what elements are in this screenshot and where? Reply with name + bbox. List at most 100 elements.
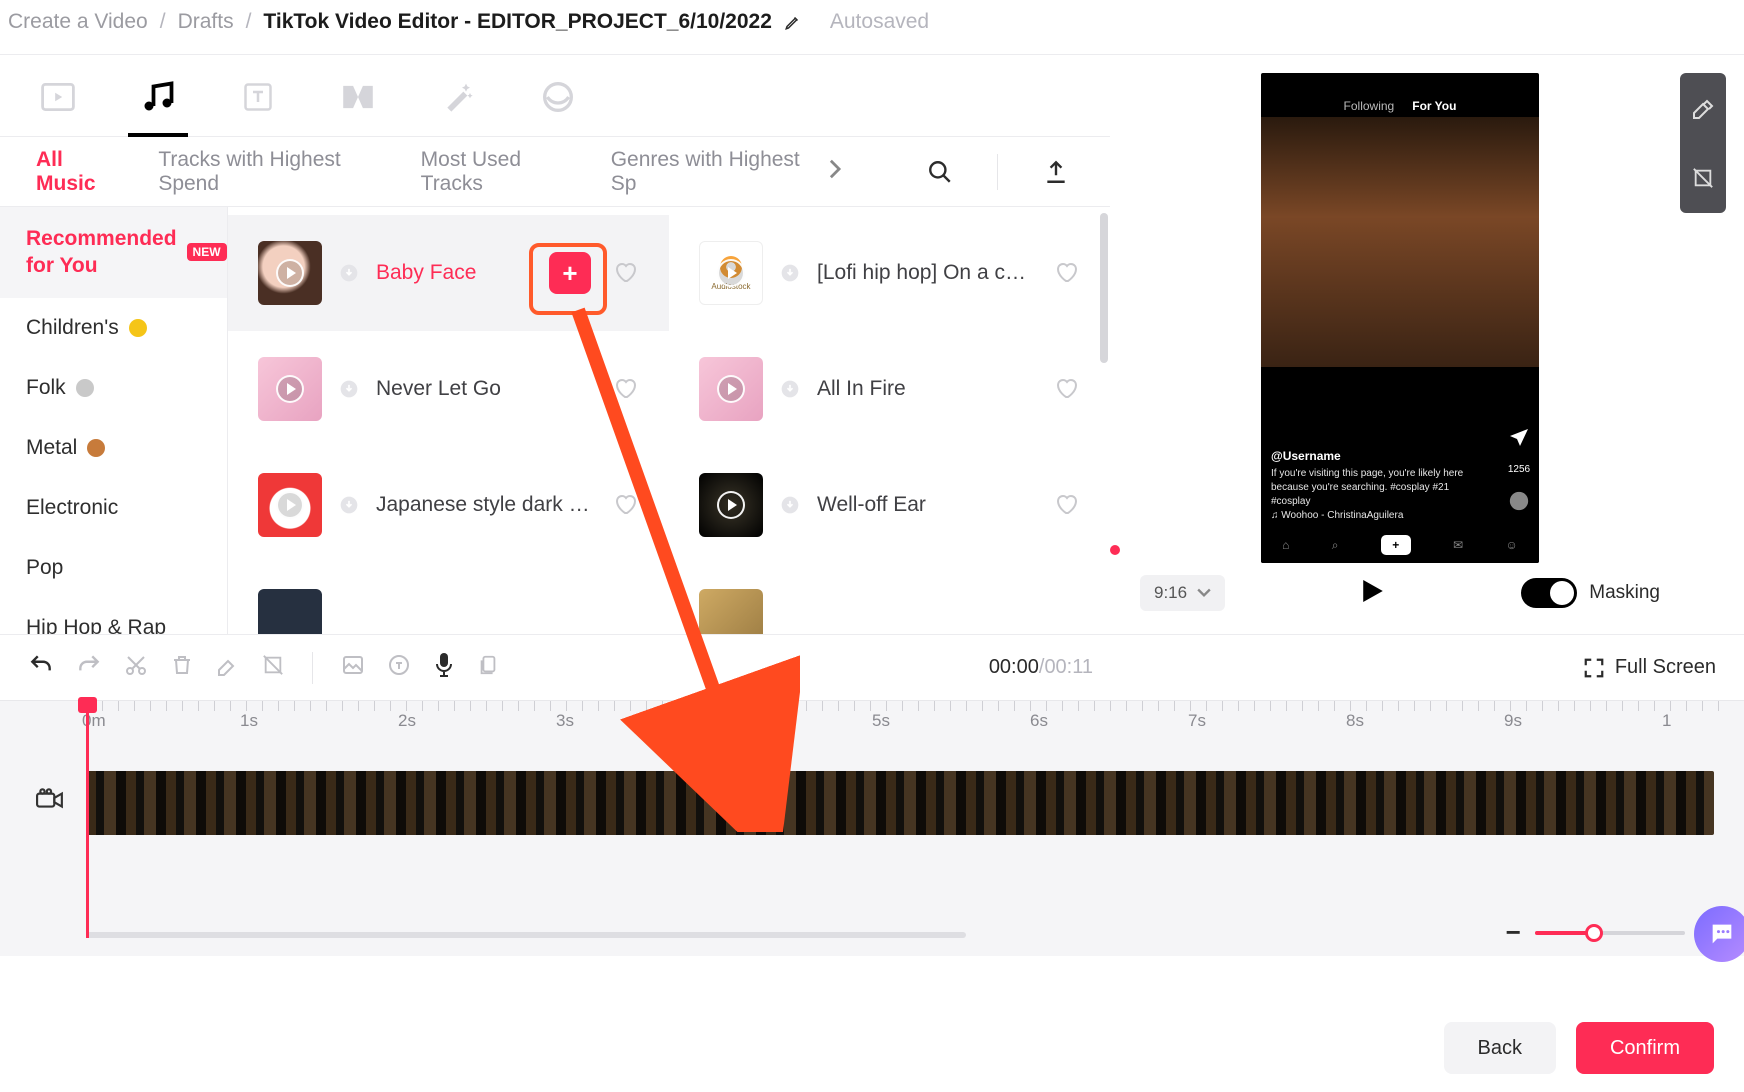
breadcrumb-root[interactable]: Create a Video [8,10,148,34]
download-icon[interactable] [338,262,360,284]
track-row[interactable] [228,563,669,634]
genre-pop[interactable]: Pop [0,538,227,598]
tick-label: 6s [1030,711,1048,731]
filter-genres-spend[interactable]: Genres with Highest Sp [611,148,808,196]
track-title: Well-off Ear [817,493,1038,517]
tabs-scroll-right-icon[interactable] [828,158,842,186]
timeline-toolbar: 00:00/00:11 Full Screen [0,634,1744,700]
upload-icon[interactable] [1038,152,1074,192]
copy-icon[interactable] [477,653,499,682]
genre-label: Hip Hop & Rap [26,616,166,634]
text-frame-icon[interactable] [387,653,411,682]
timeline-ruler[interactable]: 0m 1s 2s 3s 5s 6s 7s 8s 9s 1 [86,701,1734,741]
download-icon[interactable] [779,378,801,400]
download-icon[interactable] [779,494,801,516]
masking-toggle[interactable] [1521,578,1577,608]
search-icon[interactable] [922,152,958,192]
filter-all-music[interactable]: All Music [36,148,118,196]
tick-label: 8s [1346,711,1364,731]
divider [312,652,313,684]
filter-most-used[interactable]: Most Used Tracks [421,148,571,196]
back-button[interactable]: Back [1444,1022,1556,1074]
music-filter-tabs: All Music Tracks with Highest Spend Most… [0,137,1110,207]
favorite-icon[interactable] [1054,260,1080,286]
genre-hiphop[interactable]: Hip Hop & Rap [0,598,227,634]
filter-highest-spend[interactable]: Tracks with Highest Spend [158,148,380,196]
play-icon[interactable] [258,241,322,305]
tab-media[interactable] [36,71,80,123]
play-icon[interactable] [258,357,322,421]
play-icon[interactable] [699,473,763,537]
trash-icon[interactable] [170,653,194,682]
image-icon[interactable] [341,653,365,682]
genre-childrens[interactable]: Children's [0,298,227,358]
tab-music[interactable] [136,71,180,123]
confirm-button[interactable]: Confirm [1576,1022,1714,1074]
track-all-in-fire[interactable]: All In Fire [669,331,1110,447]
track-lofi[interactable]: Audiostock [Lofi hip hop] On a c… [669,215,1110,331]
inbox-nav-icon: ✉ [1453,538,1463,552]
home-icon: ⌂ [1282,538,1289,552]
genre-metal[interactable]: Metal [0,418,227,478]
aspect-ratio-dropdown[interactable]: 9:16 [1140,575,1225,611]
preview-side-tools [1680,73,1726,634]
video-clip[interactable] [86,771,1714,835]
genre-folk[interactable]: Folk [0,358,227,418]
tab-stickers[interactable] [536,71,580,123]
track-title: Never Let Go [376,377,597,401]
favorite-icon[interactable] [613,492,639,518]
add-track-button[interactable]: + [549,252,591,294]
zoom-slider[interactable] [1535,931,1685,935]
tick-label: 1 [1662,711,1671,731]
favorite-icon[interactable] [1054,492,1080,518]
favorite-icon[interactable] [1054,376,1080,402]
playhead[interactable] [86,701,89,938]
download-icon[interactable] [338,494,360,516]
tick-label: 5s [872,711,890,731]
track-never-let-go[interactable]: Never Let Go [228,331,669,447]
redo-icon[interactable] [76,652,102,683]
chat-fab[interactable] [1694,906,1744,962]
eraser-tool-icon[interactable] [1680,73,1726,143]
timeline-scrollbar[interactable] [86,932,966,938]
crop-icon[interactable] [262,654,284,681]
fullscreen-button[interactable]: Full Screen [1583,656,1716,679]
erase-icon[interactable] [216,653,240,682]
timeline[interactable]: 0m 1s 2s 3s 5s 6s 7s 8s 9s 1 − + [0,700,1744,956]
genre-electronic[interactable]: Electronic [0,478,227,538]
zoom-out-icon[interactable]: − [1506,917,1521,948]
track-well-off-ear[interactable]: Well-off Ear [669,447,1110,563]
tab-for-you: For You [1412,99,1456,113]
download-icon[interactable] [779,262,801,284]
play-icon[interactable] [258,473,322,537]
genre-recommended[interactable]: Recommended for You NEW [0,207,227,298]
cut-icon[interactable] [124,653,148,682]
tab-effects[interactable] [436,71,480,123]
masking-label: Masking [1589,582,1660,604]
crop-tool-icon[interactable] [1680,143,1726,213]
track-title: All In Fire [817,377,1038,401]
favorite-icon[interactable] [613,260,639,286]
play-button[interactable] [1362,580,1384,607]
track-baby-face[interactable]: Baby Face + [228,215,669,331]
preview-caption: @Username If you're visiting this page, … [1271,449,1489,523]
rename-icon[interactable] [784,13,802,31]
undo-icon[interactable] [28,652,54,683]
mic-icon[interactable] [433,652,455,683]
breadcrumb-drafts[interactable]: Drafts [178,10,234,34]
profile-nav-icon: ☺ [1506,538,1518,552]
track-jp-dark[interactable]: Japanese style dark … [228,447,669,563]
track-thumb: Audiostock [699,241,763,305]
favorite-icon[interactable] [613,376,639,402]
download-icon[interactable] [338,378,360,400]
breadcrumb: Create a Video / Drafts / TikTok Video E… [0,0,1744,54]
play-icon[interactable] [700,242,762,304]
ratio-label: 9:16 [1154,583,1187,603]
play-icon[interactable] [699,357,763,421]
genre-label: Children's [26,316,119,340]
asset-panel: All Music Tracks with Highest Spend Most… [0,55,1110,634]
track-row[interactable] [669,563,1110,634]
tab-transition[interactable] [336,71,380,123]
share-icon [1507,426,1531,450]
tab-text[interactable] [236,71,280,123]
